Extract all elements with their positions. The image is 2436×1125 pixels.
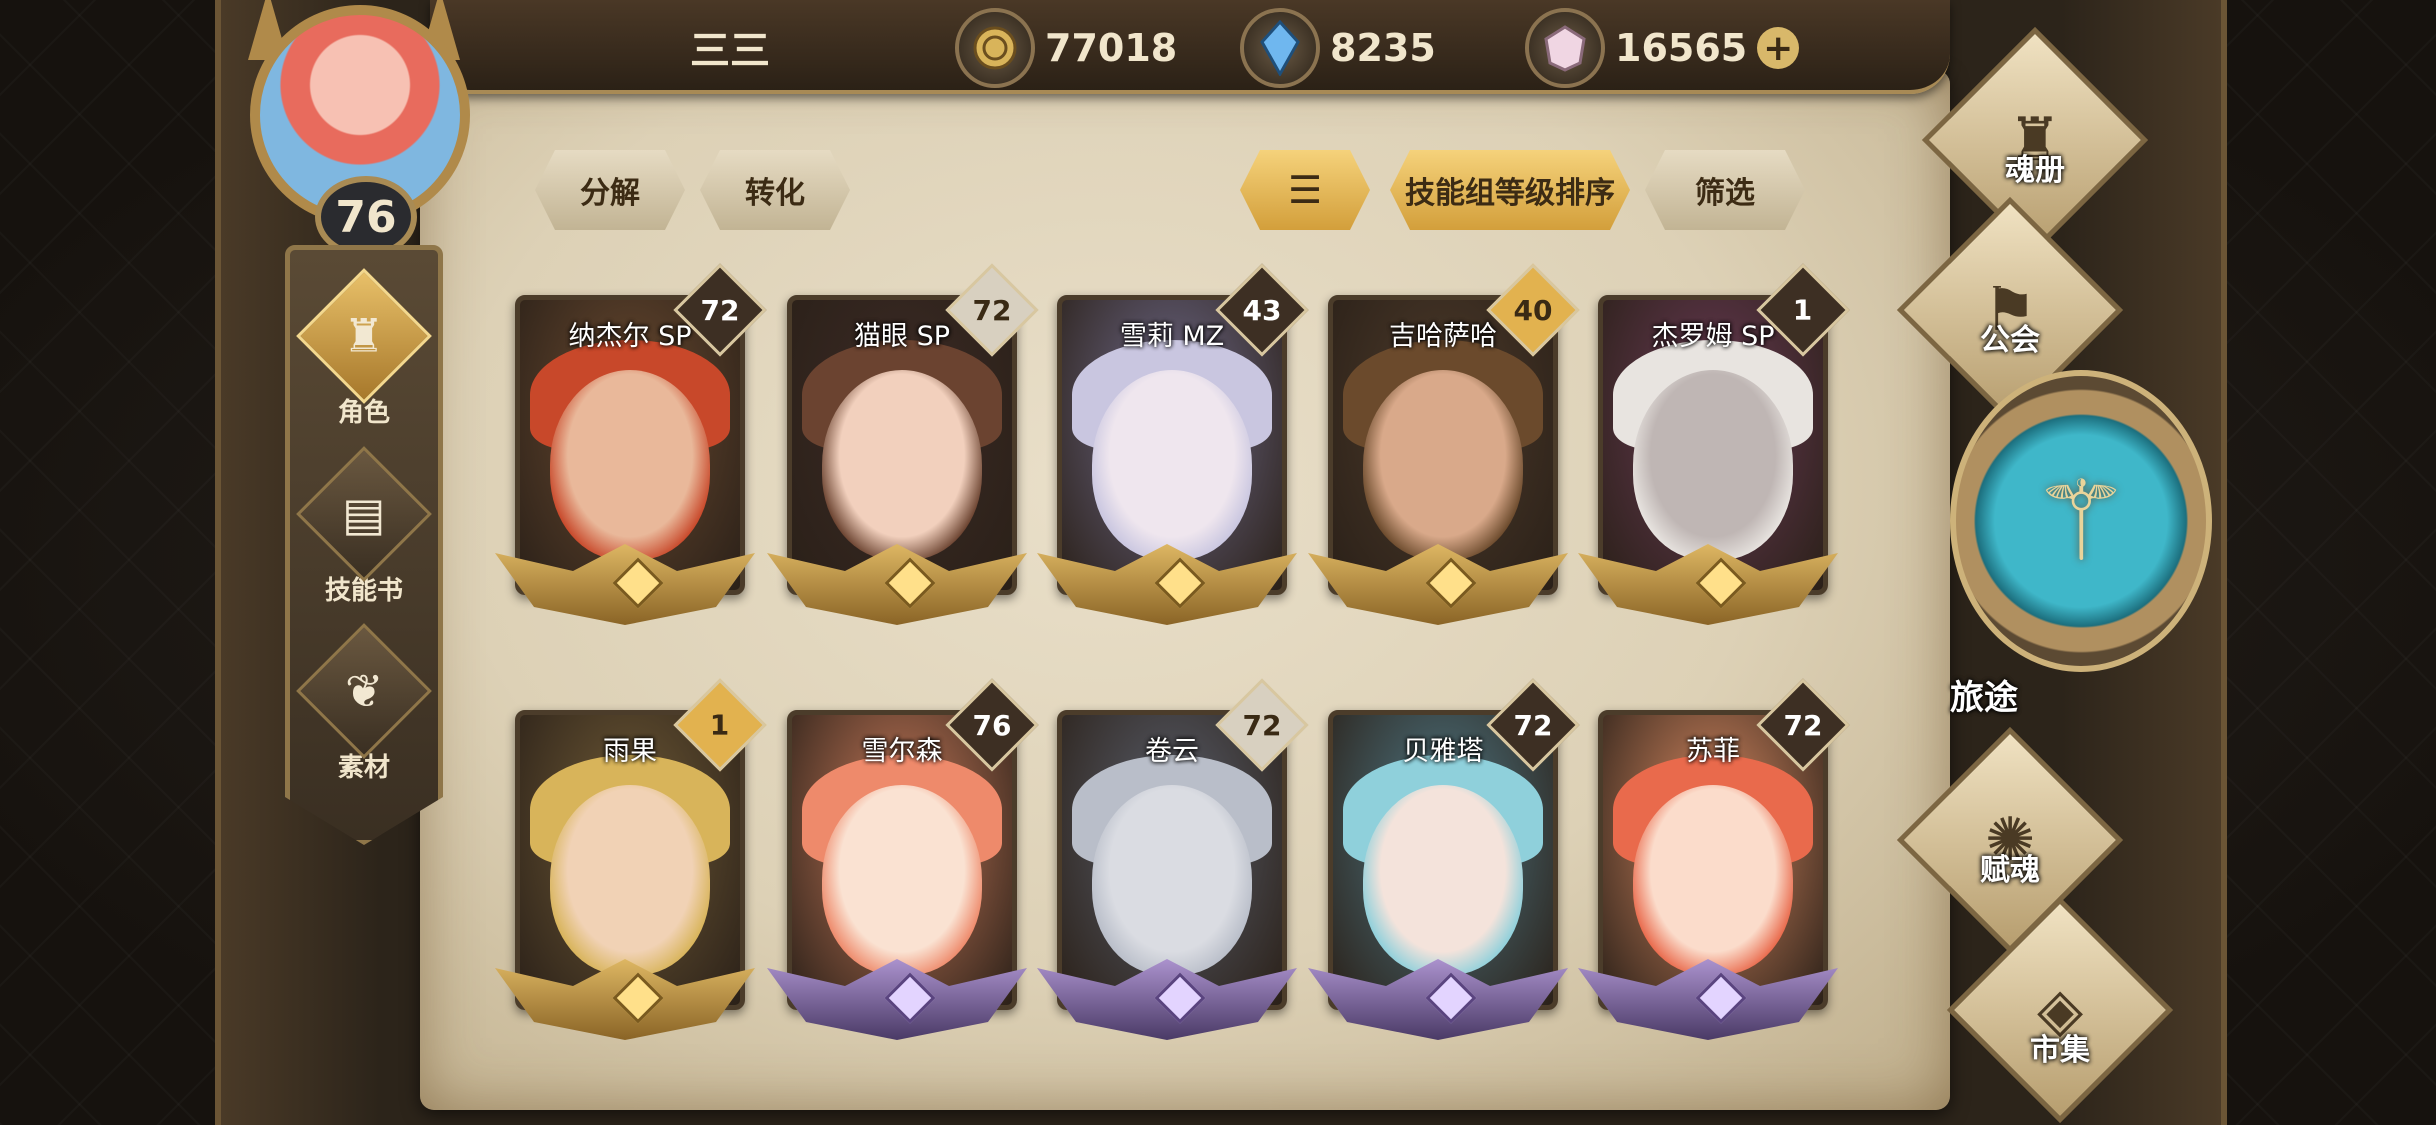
currency-gold: 77018 bbox=[955, 8, 1177, 88]
blue-crystal-icon bbox=[1240, 8, 1320, 88]
convert-button[interactable]: 转化 bbox=[700, 150, 850, 230]
hero-face bbox=[822, 370, 982, 560]
gold-coin-icon bbox=[955, 8, 1035, 88]
hero-card[interactable]: 吉哈萨哈 40 bbox=[1308, 263, 1580, 625]
beast-icon: ❦ bbox=[296, 623, 432, 759]
hero-card[interactable]: 雨果 1 bbox=[495, 678, 767, 1040]
hero-face bbox=[550, 370, 710, 560]
hero-level: 40 bbox=[1513, 293, 1553, 327]
market-nav[interactable]: ◈ 市集 bbox=[1945, 896, 2175, 1124]
hero-card[interactable]: 猫眼 SP 72 bbox=[767, 263, 1039, 625]
hero-level: 76 bbox=[972, 708, 1012, 742]
hero-face bbox=[1363, 370, 1523, 560]
sort-order-button[interactable]: ☰ bbox=[1240, 150, 1370, 230]
hero-face bbox=[1092, 785, 1252, 975]
hero-face bbox=[550, 785, 710, 975]
hero-face bbox=[1092, 370, 1252, 560]
journey-button[interactable]: ⚚ 旅途 bbox=[1950, 370, 2212, 718]
guild-label: 公会 bbox=[1980, 323, 2040, 358]
book-icon: ▤ bbox=[296, 446, 432, 582]
market-label: 市集 bbox=[2030, 1033, 2090, 1068]
journey-label: 旅途 bbox=[1950, 678, 2018, 718]
hero-level: 72 bbox=[700, 293, 740, 327]
sidebar-item-characters[interactable]: ♜ 角色 bbox=[290, 268, 438, 440]
hero-level: 43 bbox=[1242, 293, 1282, 327]
hero-face bbox=[822, 785, 982, 975]
hero-card[interactable]: 纳杰尔 SP 72 bbox=[495, 263, 767, 625]
currency-crystal: 8235 bbox=[1240, 8, 1436, 88]
hero-level: 72 bbox=[972, 293, 1012, 327]
player-name: 三三 bbox=[690, 28, 770, 74]
hero-face bbox=[1633, 785, 1793, 975]
soul-grant-label: 赋魂 bbox=[1980, 853, 2040, 888]
hero-card[interactable]: 苏菲 72 bbox=[1578, 678, 1850, 1040]
gem-amount: 16565 bbox=[1615, 26, 1748, 70]
sort-by-skill-level-button[interactable]: 技能组等级排序 bbox=[1390, 150, 1630, 230]
gem-icon: ◈ bbox=[1946, 896, 2174, 1124]
hero-card[interactable]: 雪尔森 76 bbox=[767, 678, 1039, 1040]
hero-card[interactable]: 雪莉 MZ 43 bbox=[1037, 263, 1309, 625]
trident-emblem-icon: ⚚ bbox=[1950, 370, 2212, 672]
helmet-icon: ♜ bbox=[296, 268, 432, 404]
hero-level: 1 bbox=[710, 708, 730, 742]
hero-level: 72 bbox=[1783, 708, 1823, 742]
sort-lines-icon: ☰ bbox=[1287, 168, 1323, 212]
decompose-button[interactable]: 分解 bbox=[535, 150, 685, 230]
swirl-icon: ✺ bbox=[1896, 726, 2124, 954]
left-sidebar: ♜ 角色 ▤ 技能书 ❦ 素材 bbox=[285, 245, 443, 845]
sidebar-item-materials[interactable]: ❦ 素材 bbox=[290, 623, 438, 795]
add-gem-button[interactable]: + bbox=[1757, 27, 1800, 69]
hero-face bbox=[1633, 370, 1793, 560]
player-avatar-block[interactable]: 76 bbox=[220, 0, 510, 258]
pink-gem-icon bbox=[1525, 8, 1605, 88]
hero-level: 1 bbox=[1793, 293, 1813, 327]
hero-card[interactable]: 杰罗姆 SP 1 bbox=[1578, 263, 1850, 625]
hero-face bbox=[1363, 785, 1523, 975]
hero-card[interactable]: 贝雅塔 72 bbox=[1308, 678, 1580, 1040]
soul-book-label: 魂册 bbox=[2005, 153, 2065, 188]
filter-button[interactable]: 筛选 bbox=[1645, 150, 1805, 230]
sidebar-item-skill-books[interactable]: ▤ 技能书 bbox=[290, 446, 438, 618]
hero-level: 72 bbox=[1242, 708, 1282, 742]
crystal-amount: 8235 bbox=[1330, 26, 1436, 70]
gold-amount: 77018 bbox=[1045, 26, 1178, 70]
helmet-crest-icon: ♜ bbox=[1921, 26, 2149, 254]
hero-card[interactable]: 卷云 72 bbox=[1037, 678, 1309, 1040]
currency-gem: 16565 + bbox=[1525, 8, 1800, 88]
hero-level: 72 bbox=[1513, 708, 1553, 742]
